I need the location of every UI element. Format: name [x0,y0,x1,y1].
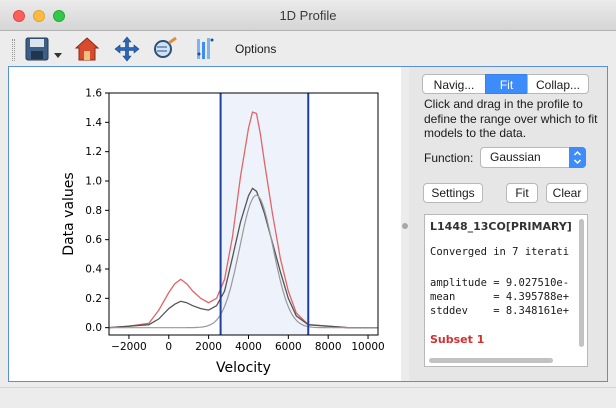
home-button[interactable] [74,36,100,62]
save-icon [25,37,62,61]
plot-area[interactable]: −2000 0 2000 4000 6000 8000 10000 0.0 0.2 0.4 0.6 0… [9,67,401,381]
y-axis-label: Data values [61,172,77,255]
pan-icon [114,36,140,62]
settings-button[interactable]: Settings [423,183,483,203]
home-icon [74,37,100,61]
results-stddev: stddev = 8.348161e+ [430,305,570,317]
y-tick-label: 1.2 [85,146,102,158]
toolbar-grip[interactable] [12,39,15,61]
results-vertical-scrollbar[interactable] [579,219,584,347]
x-axis-label: Velocity [216,360,271,376]
tab-navigate[interactable]: Navig... [422,74,486,94]
x-tick-label: −2000 [111,341,147,353]
y-tick-label: 0.4 [85,264,102,276]
tab-fit[interactable]: Fit [485,74,528,94]
fit-instructions: Click and drag in the profile to define … [424,97,598,140]
y-tick-label: 0.2 [85,293,102,305]
tab-collapse[interactable]: Collap... [527,74,589,94]
status-bar [0,387,616,408]
y-tick-label: 0.8 [85,205,102,217]
select-chevron-icon [569,147,586,168]
results-amplitude: amplitude = 9.027510e- [430,277,570,289]
toolbar: Options [0,31,616,67]
function-value: Gaussian [490,150,541,164]
pan-button[interactable] [114,36,140,62]
results-horizontal-scrollbar[interactable] [429,358,553,363]
splitter-handle[interactable] [402,223,408,229]
results-title: L1448_13CO[PRIMARY] [430,220,572,233]
window-title: 1D Profile [279,8,337,23]
function-label: Function: [424,151,474,165]
y-tick-label: 1.6 [85,88,102,100]
options-menu[interactable]: Options [235,42,276,56]
fit-results-panel[interactable]: L1448_13CO[PRIMARY] Converged in 7 itera… [424,214,588,367]
y-tick-label: 1.4 [85,117,102,129]
x-tick-label: 2000 [195,341,222,353]
save-button[interactable] [24,36,64,62]
x-tick-label: 8000 [315,341,342,353]
zoom-icon [154,36,177,58]
fit-button[interactable]: Fit [506,183,538,203]
fit-panel: Navig... Fit Collap... Click and drag in… [409,67,607,381]
results-converged: Converged in 7 iterati [430,246,570,258]
title-bar: 1D Profile [0,0,616,31]
clear-button[interactable]: Clear [546,183,588,203]
profile-window: 1D Profile Options −2000 0 2000 4000 600… [0,0,616,408]
profile-chart[interactable]: −2000 0 2000 4000 6000 8000 10000 0.0 0.2 0.4 0.6 0… [9,67,401,381]
zoom-button[interactable] [152,36,178,62]
results-mean: mean = 4.395788e+ [430,291,570,303]
x-tick-label: 0 [165,341,172,353]
y-tick-label: 0.6 [85,234,102,246]
y-tick-label: 0.0 [85,322,102,334]
results-subset-label: Subset 1 [430,333,485,346]
fit-tool-button[interactable] [192,36,218,62]
function-select[interactable]: Gaussian [480,147,586,168]
x-tick-label: 10000 [351,341,384,353]
x-tick-label: 4000 [235,341,262,353]
fit-icon [197,38,214,59]
y-tick-label: 1.0 [85,176,102,188]
x-tick-label: 6000 [275,341,302,353]
